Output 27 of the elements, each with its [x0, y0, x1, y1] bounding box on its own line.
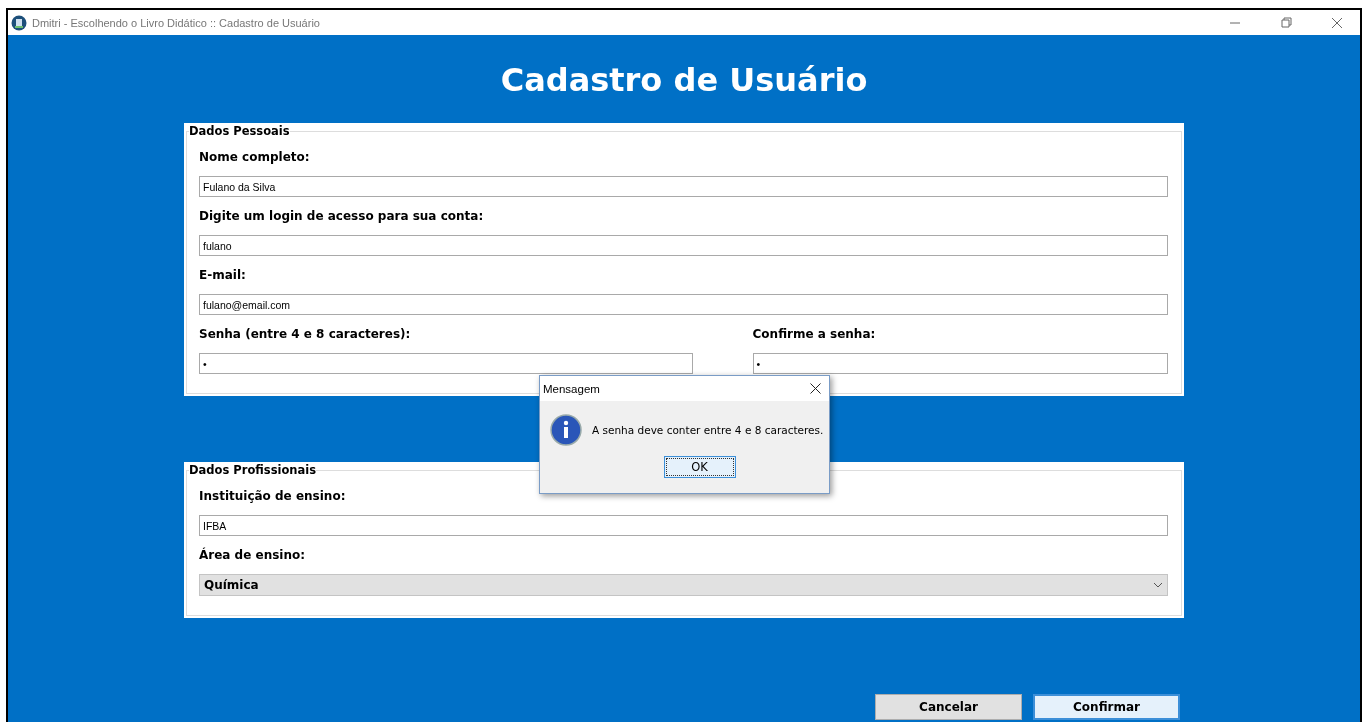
- field-label: Instituição de ensino:: [199, 489, 347, 503]
- page-heading: Cadastro de Usuário: [500, 61, 868, 99]
- window-title: Dmitri - Escolhendo o Livro Didático :: Cadastro de Usuário: [32, 16, 321, 29]
- password-field[interactable]: •: [752, 353, 1168, 374]
- field-label: Senha (entre 4 e 8 caracteres):: [199, 327, 412, 341]
- section-legend: Dados Pessoais: [189, 123, 290, 138]
- field-label: E-mail:: [199, 268, 247, 282]
- field-label: Área de ensino:: [199, 548, 307, 562]
- info-icon: [550, 414, 582, 446]
- input-field[interactable]: fulano: [199, 235, 1168, 256]
- password-field[interactable]: •: [199, 353, 693, 374]
- dialog-title: Mensagem: [543, 382, 600, 395]
- field-label: Nome completo:: [199, 150, 311, 164]
- ok-button[interactable]: OK: [663, 456, 736, 478]
- close-icon[interactable]: [810, 383, 821, 394]
- action-button[interactable]: Confirmar: [1033, 694, 1180, 720]
- section-legend: Dados Profissionais: [189, 462, 317, 477]
- app-icon: [11, 14, 27, 31]
- input-field[interactable]: Fulano da Silva: [199, 176, 1168, 197]
- dropdown[interactable]: Química: [199, 574, 1168, 596]
- dialog-message: A senha deve conter entre 4 e 8 caracteres.: [592, 424, 824, 436]
- input-field[interactable]: IFBA: [199, 515, 1168, 536]
- field-label: Confirme a senha:: [752, 327, 877, 341]
- input-field[interactable]: fulano@email.com: [199, 294, 1168, 315]
- chevron-down-icon: [1153, 582, 1163, 588]
- action-button[interactable]: Cancelar: [875, 694, 1022, 720]
- field-label: Digite um login de acesso para sua conta:: [199, 209, 485, 223]
